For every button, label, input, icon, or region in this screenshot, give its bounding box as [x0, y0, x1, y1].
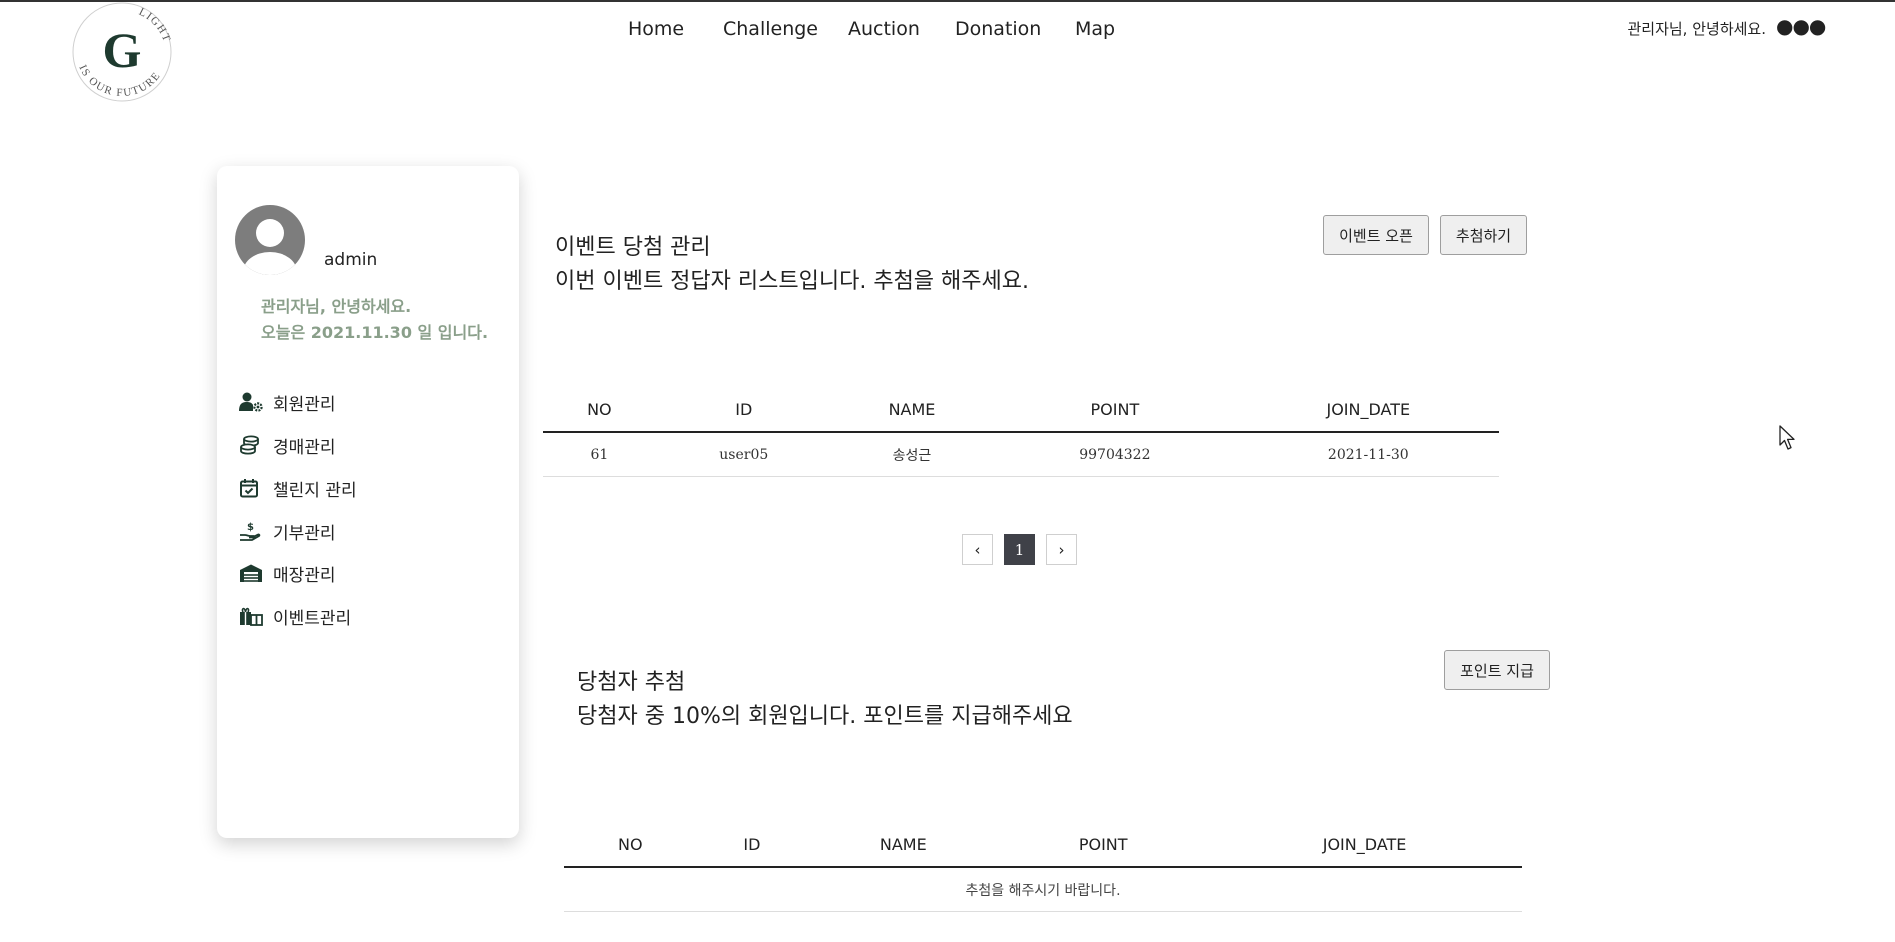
- admin-sidebar: admin 관리자님, 안녕하세요. 오늘은 2021.11.30 일 입니다.…: [217, 166, 519, 838]
- sidebar-item-label: 경매관리: [273, 437, 336, 458]
- event-section-subtitle: 이번 이벤트 정답자 리스트입니다. 추첨을 해주세요.: [555, 269, 1029, 294]
- coins-icon: [239, 434, 265, 456]
- svg-text:$: $: [247, 522, 254, 533]
- gifts-icon: [239, 605, 265, 627]
- cell-name: 송성근: [831, 432, 993, 477]
- table-row[interactable]: 61 user05 송성근 99704322 2021-11-30: [543, 432, 1499, 477]
- top-nav: Home Challenge Auction Donation Map: [0, 18, 1895, 44]
- cell-no: 61: [543, 432, 656, 477]
- column-header: ID: [696, 822, 808, 868]
- column-header: NAME: [831, 387, 993, 433]
- more-horizontal-icon[interactable]: ●●●: [1776, 14, 1826, 38]
- cell-id: user05: [655, 432, 832, 477]
- site-logo[interactable]: LIGHT IS OUR FUTURE G: [62, 0, 182, 108]
- cell-point: 99704322: [992, 432, 1238, 477]
- sidebar-item-label: 이벤트관리: [273, 608, 352, 629]
- sidebar-item-members[interactable]: 회원관리: [239, 388, 336, 416]
- sidebar-item-label: 매장관리: [273, 565, 336, 586]
- page-button-current[interactable]: 1: [1004, 534, 1035, 565]
- nav-challenge[interactable]: Challenge: [723, 18, 818, 40]
- sidebar-item-label: 회원관리: [273, 394, 336, 415]
- table-row: 추첨을 해주시기 바랍니다.: [564, 867, 1522, 912]
- sidebar-item-events[interactable]: 이벤트관리: [239, 602, 351, 630]
- table-header-row: NO ID NAME POINT JOIN_DATE: [564, 822, 1522, 868]
- sidebar-item-stores[interactable]: 매장관리: [239, 559, 336, 587]
- column-header: JOIN_DATE: [1237, 387, 1499, 433]
- user-circle-icon: [235, 205, 305, 275]
- column-header: ID: [655, 387, 832, 433]
- sidebar-item-label: 기부관리: [273, 523, 336, 544]
- event-open-button[interactable]: 이벤트 오픈: [1323, 215, 1429, 255]
- cell-join-date: 2021-11-30: [1237, 432, 1499, 477]
- event-section-title: 이벤트 당첨 관리: [555, 235, 711, 260]
- winner-section-subtitle: 당첨자 중 10%의 회원입니다. 포인트를 지급해주세요: [577, 704, 1073, 729]
- table-header-row: NO ID NAME POINT JOIN_DATE: [543, 387, 1499, 433]
- column-header: NAME: [807, 822, 1000, 868]
- nav-home[interactable]: Home: [628, 18, 684, 40]
- sidebar-item-donations[interactable]: $ 기부관리: [239, 517, 336, 545]
- avatar: [234, 204, 306, 276]
- column-header: POINT: [992, 387, 1238, 433]
- profile-username: admin: [324, 250, 378, 270]
- column-header: NO: [564, 822, 697, 868]
- nav-auction[interactable]: Auction: [848, 18, 920, 40]
- welcome-line-date: 오늘은 2021.11.30 일 입니다.: [261, 323, 489, 342]
- event-winners-table: NO ID NAME POINT JOIN_DATE 61 user05 송성근…: [543, 387, 1499, 477]
- warehouse-icon: [239, 562, 265, 584]
- next-page-button[interactable]: ›: [1046, 534, 1077, 565]
- user-gear-icon: [239, 391, 265, 413]
- nav-map[interactable]: Map: [1075, 18, 1115, 40]
- welcome-line-greeting: 관리자님, 안녕하세요.: [261, 297, 412, 316]
- column-header: JOIN_DATE: [1207, 822, 1522, 868]
- empty-table-message: 추첨을 해주시기 바랍니다.: [564, 867, 1522, 912]
- prev-page-button[interactable]: ‹: [962, 534, 993, 565]
- column-header: NO: [543, 387, 656, 433]
- column-header: POINT: [999, 822, 1208, 868]
- nav-donation[interactable]: Donation: [955, 18, 1041, 40]
- pay-points-button[interactable]: 포인트 지급: [1444, 650, 1550, 690]
- hand-holding-dollar-icon: $: [239, 520, 265, 542]
- mouse-cursor-icon: [1779, 425, 1797, 455]
- winner-section-title: 당첨자 추첨: [577, 670, 686, 695]
- draw-button[interactable]: 추첨하기: [1440, 215, 1527, 255]
- welcome-message: 관리자님, 안녕하세요. 오늘은 2021.11.30 일 입니다.: [261, 294, 488, 346]
- drawn-winners-table: NO ID NAME POINT JOIN_DATE 추첨을 해주시기 바랍니다…: [564, 822, 1522, 912]
- sidebar-item-challenges[interactable]: 챌린지 관리: [239, 474, 357, 502]
- top-border: [0, 0, 1895, 2]
- sidebar-item-auctions[interactable]: 경매관리: [239, 431, 336, 459]
- pagination: ‹ 1 ›: [962, 534, 1077, 565]
- calendar-check-icon: [239, 477, 265, 499]
- header-greeting: 관리자님, 안녕하세요.: [1627, 20, 1766, 38]
- sidebar-item-label: 챌린지 관리: [273, 480, 357, 501]
